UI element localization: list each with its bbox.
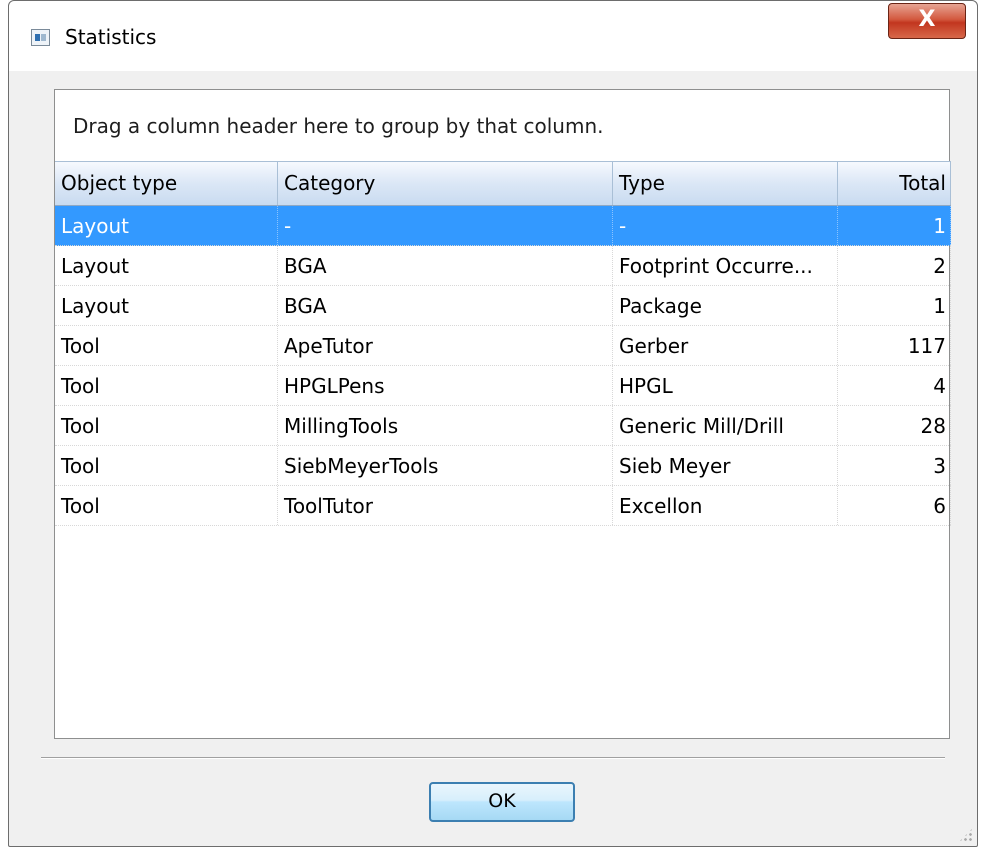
table-row[interactable]: Layout - - 1 — [55, 206, 951, 246]
cell-total: 1 — [838, 286, 951, 325]
cell-category: ToolTutor — [278, 486, 613, 525]
title-bar[interactable]: Statistics X — [9, 1, 977, 71]
statistics-dialog: Statistics X Drag a column header here t… — [8, 0, 978, 847]
close-button[interactable]: X — [888, 3, 966, 39]
table-row[interactable]: Tool ApeTutor Gerber 117 — [55, 326, 951, 366]
column-header-type[interactable]: Type — [613, 162, 838, 205]
cell-type: Excellon — [613, 486, 838, 525]
cell-total: 1 — [838, 206, 951, 245]
statistics-grid: Drag a column header here to group by th… — [54, 89, 951, 739]
cell-type: - — [613, 206, 838, 245]
cell-type: Gerber — [613, 326, 838, 365]
grid-header-row: Object type Category Type Total — [55, 161, 951, 206]
cell-object-type: Tool — [55, 326, 278, 365]
cell-object-type: Tool — [55, 366, 278, 405]
cell-total: 3 — [838, 446, 951, 485]
cell-category: SiebMeyerTools — [278, 446, 613, 485]
cell-category: ApeTutor — [278, 326, 613, 365]
cell-type: Generic Mill/Drill — [613, 406, 838, 445]
table-row[interactable]: Layout BGA Package 1 — [55, 286, 951, 326]
cell-category: BGA — [278, 246, 613, 285]
ok-button[interactable]: OK — [429, 782, 575, 822]
cell-object-type: Tool — [55, 486, 278, 525]
table-row[interactable]: Tool HPGLPens HPGL 4 — [55, 366, 951, 406]
cell-object-type: Tool — [55, 406, 278, 445]
cell-type: Package — [613, 286, 838, 325]
table-row[interactable]: Tool SiebMeyerTools Sieb Meyer 3 — [55, 446, 951, 486]
window-title: Statistics — [65, 25, 157, 49]
cell-total: 4 — [838, 366, 951, 405]
cell-category: BGA — [278, 286, 613, 325]
close-icon: X — [918, 7, 936, 32]
grid-rows: Layout - - 1 Layout BGA Footprint Occurr… — [55, 206, 951, 526]
table-row[interactable]: Tool ToolTutor Excellon 6 — [55, 486, 951, 526]
column-header-total[interactable]: Total — [838, 162, 951, 205]
column-header-category[interactable]: Category — [278, 162, 613, 205]
cell-type: Footprint Occurre... — [613, 246, 838, 285]
cell-total: 2 — [838, 246, 951, 285]
cell-category: MillingTools — [278, 406, 613, 445]
cell-category: - — [278, 206, 613, 245]
footer-separator — [41, 757, 945, 759]
cell-category: HPGLPens — [278, 366, 613, 405]
group-by-hint: Drag a column header here to group by th… — [73, 114, 604, 138]
dialog-client-area: Drag a column header here to group by th… — [21, 71, 965, 836]
cell-total: 28 — [838, 406, 951, 445]
statistics-app-icon — [31, 29, 50, 46]
cell-type: Sieb Meyer — [613, 446, 838, 485]
cell-object-type: Tool — [55, 446, 278, 485]
cell-object-type: Layout — [55, 246, 278, 285]
cell-type: HPGL — [613, 366, 838, 405]
cell-object-type: Layout — [55, 286, 278, 325]
cell-total: 117 — [838, 326, 951, 365]
column-header-object-type[interactable]: Object type — [55, 162, 278, 205]
cell-object-type: Layout — [55, 206, 278, 245]
cell-total: 6 — [838, 486, 951, 525]
table-row[interactable]: Tool MillingTools Generic Mill/Drill 28 — [55, 406, 951, 446]
table-row[interactable]: Layout BGA Footprint Occurre... 2 — [55, 246, 951, 286]
group-by-panel[interactable]: Drag a column header here to group by th… — [55, 90, 949, 160]
